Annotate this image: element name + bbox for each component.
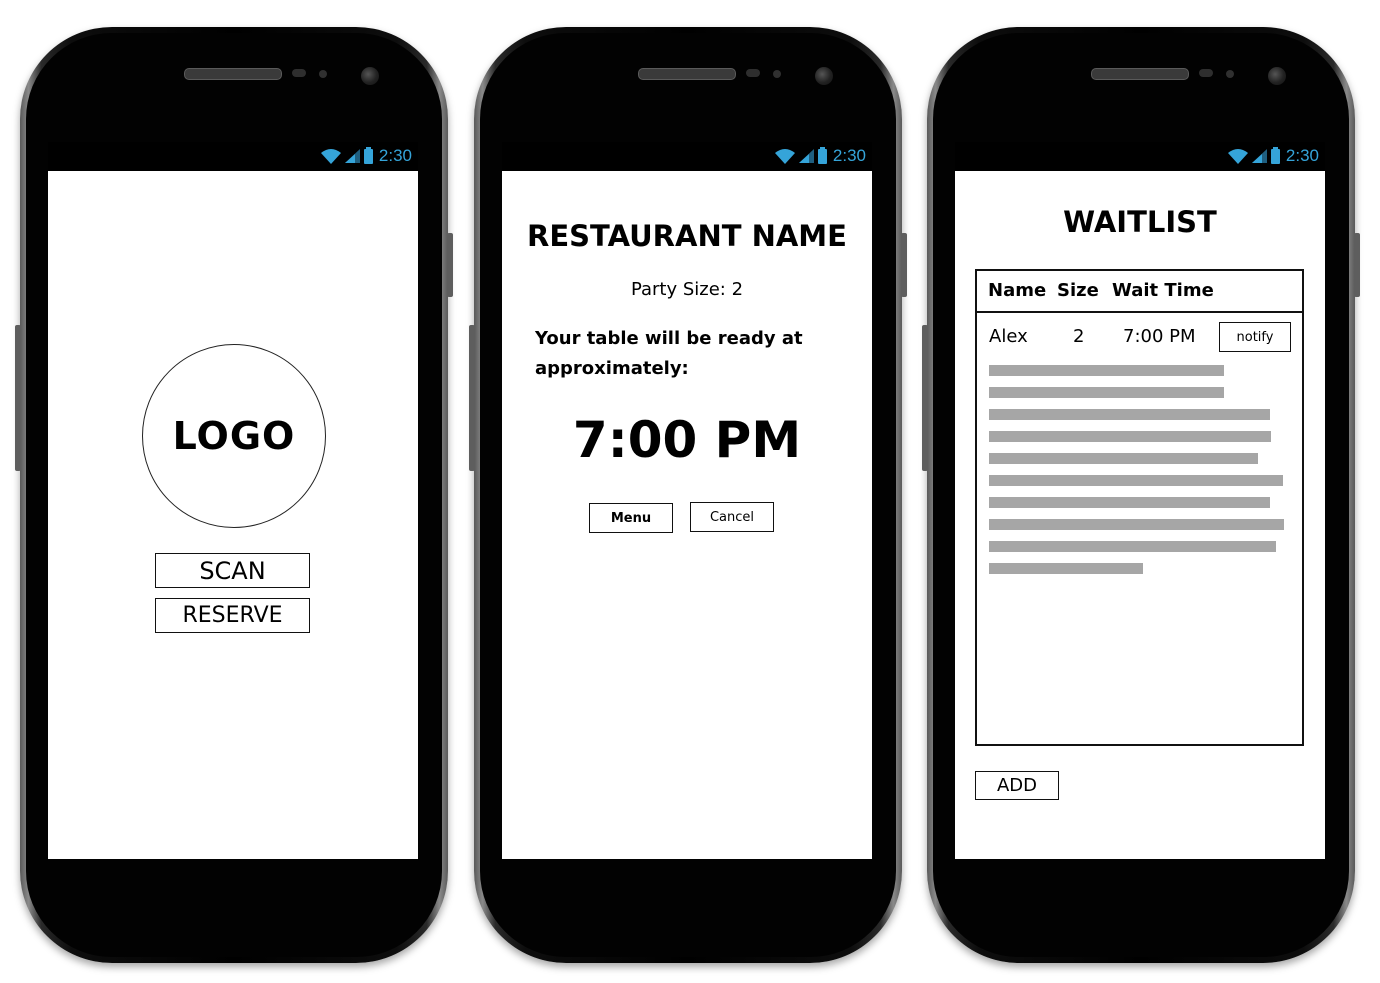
notify-button-label: notify [1236, 329, 1274, 345]
side-button [15, 325, 21, 471]
proximity-sensor [1199, 69, 1213, 77]
status-bar: 2:30 [502, 142, 872, 171]
placeholder-text-line [989, 387, 1224, 398]
notify-button[interactable]: notify [1219, 322, 1291, 352]
reserve-button[interactable]: RESERVE [155, 598, 310, 633]
battery-icon [817, 146, 827, 164]
wifi-icon [774, 149, 795, 164]
placeholder-text-line [989, 365, 1224, 376]
status-icons: 2:30 [320, 146, 412, 166]
status-icons: 2:30 [774, 146, 866, 166]
wifi-icon [1227, 149, 1248, 164]
cancel-button-label: Cancel [709, 509, 755, 525]
signal-icon [798, 149, 814, 163]
phone-reservation: 2:30 RESTAURANT NAME Party Size: 2 Your … [469, 27, 907, 963]
front-camera [361, 67, 379, 85]
battery-icon [363, 146, 373, 164]
ready-message-line-1: Your table will be ready at [535, 328, 803, 349]
logo-placeholder: LOGO [142, 344, 326, 528]
placeholder-text-line [989, 475, 1283, 486]
side-button [1354, 233, 1360, 297]
sensor-dot [773, 70, 781, 78]
proximity-sensor [292, 69, 306, 77]
placeholder-text-line [989, 541, 1276, 552]
restaurant-name: RESTAURANT NAME [527, 219, 847, 253]
earpiece-speaker [184, 68, 282, 80]
waitlist-screen: WAITLIST Name Size Wait Time Alex 2 7:00… [955, 171, 1325, 859]
placeholder-text-line [989, 563, 1143, 574]
front-camera [1268, 67, 1286, 85]
status-icons: 2:30 [1227, 146, 1319, 166]
logo-text: LOGO [172, 414, 296, 458]
row-name: Alex [989, 326, 1028, 347]
earpiece-speaker [638, 68, 736, 80]
ready-message: Your table will be ready at approximatel… [535, 324, 845, 384]
reservation-screen: RESTAURANT NAME Party Size: 2 Your table… [502, 171, 872, 859]
add-button-label: ADD [996, 775, 1038, 796]
scan-button[interactable]: SCAN [155, 553, 310, 588]
waitlist-title: WAITLIST [1063, 205, 1217, 239]
reserve-button-label: RESERVE [182, 603, 283, 628]
placeholder-text-line [989, 431, 1271, 442]
column-header-wait-time: Wait Time [1112, 280, 1214, 301]
table-header: Name Size Wait Time [977, 271, 1302, 313]
front-camera [815, 67, 833, 85]
home-screen: LOGO SCAN RESERVE [48, 171, 418, 859]
sensor-dot [319, 70, 327, 78]
scan-button-label: SCAN [199, 556, 266, 585]
proximity-sensor [746, 69, 760, 77]
placeholder-text-line [989, 497, 1270, 508]
phone-waitlist: 2:30 WAITLIST Name Size Wait Time Alex 2… [922, 27, 1360, 963]
side-button [901, 233, 907, 297]
column-header-size: Size [1057, 280, 1099, 301]
table-row: Alex 2 7:00 PM notify [977, 313, 1302, 359]
ready-message-line-2: approximately: [535, 358, 689, 379]
status-bar: 2:30 [48, 142, 418, 171]
side-button [447, 233, 453, 297]
menu-button-label: Menu [610, 510, 652, 526]
phone-home: 2:30 LOGO SCAN RESERVE [15, 27, 453, 963]
menu-button[interactable]: Menu [589, 503, 673, 533]
status-bar: 2:30 [955, 142, 1325, 171]
placeholder-text-line [989, 453, 1258, 464]
signal-icon [1251, 149, 1267, 163]
side-button [922, 325, 928, 471]
signal-icon [344, 149, 360, 163]
wifi-icon [320, 149, 341, 164]
column-header-name: Name [988, 280, 1047, 301]
add-button[interactable]: ADD [975, 771, 1059, 800]
row-wait-time: 7:00 PM [1123, 326, 1196, 347]
battery-icon [1270, 146, 1280, 164]
cancel-button[interactable]: Cancel [690, 502, 774, 532]
sensor-dot [1226, 70, 1234, 78]
row-size: 2 [1073, 326, 1085, 347]
waitlist-table: Name Size Wait Time Alex 2 7:00 PM notif… [975, 269, 1304, 746]
side-button [469, 325, 475, 471]
placeholder-text-line [989, 409, 1270, 420]
status-time: 2:30 [832, 146, 866, 165]
status-time: 2:30 [378, 146, 412, 165]
status-time: 2:30 [1285, 146, 1319, 165]
ready-time: 7:00 PM [572, 411, 802, 469]
party-size: Party Size: 2 [630, 279, 744, 300]
placeholder-text-line [989, 519, 1284, 530]
earpiece-speaker [1091, 68, 1189, 80]
